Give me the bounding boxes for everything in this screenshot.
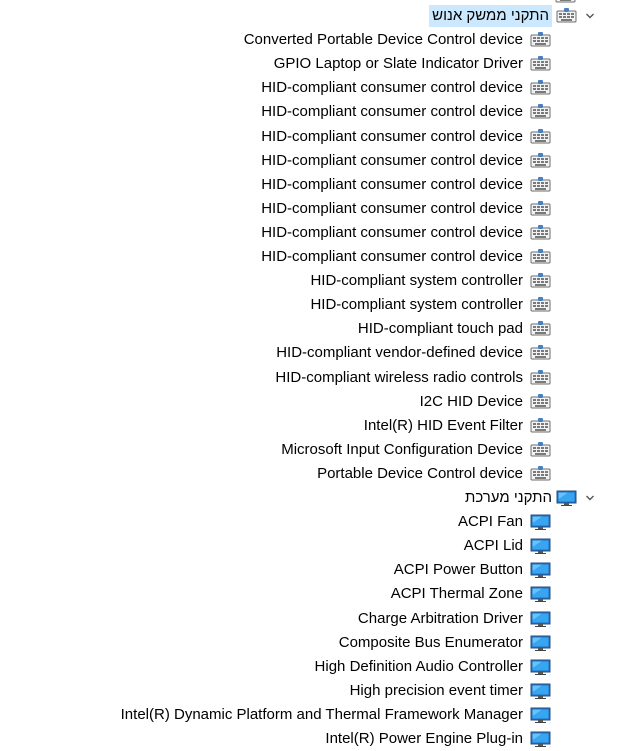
system-device-icon [530, 683, 551, 699]
category-label: התקני מערכת [464, 489, 552, 506]
device-label: ACPI Power Button [393, 561, 523, 579]
expand-chevron-icon[interactable] [585, 493, 595, 503]
device-item[interactable]: Intel(R) Dynamic Platform and Thermal Fr… [121, 704, 523, 726]
device-item[interactable]: HID-compliant consumer control device [261, 150, 523, 172]
hid-device-icon [530, 465, 551, 482]
device-item[interactable]: ACPI Fan [458, 511, 523, 533]
device-label: HID-compliant consumer control device [261, 199, 523, 217]
hid-device-icon [530, 176, 551, 193]
device-label: Intel(R) Power Engine Plug-in [325, 730, 523, 747]
device-label: Portable Device Control device [317, 464, 523, 482]
hid-device-icon [530, 152, 551, 169]
device-label: HID-compliant consumer control device [261, 127, 523, 145]
category-label: התקני ממשק אנוש [429, 5, 552, 27]
hid-device-icon [530, 224, 551, 241]
device-label: High Definition Audio Controller [314, 657, 523, 675]
device-label: Microsoft Input Configuration Device [281, 440, 523, 458]
device-label: Converted Portable Device Control device [243, 31, 523, 49]
device-label: Charge Arbitration Driver [357, 609, 523, 627]
system-device-icon [530, 611, 551, 627]
device-label: High precision event timer [349, 681, 523, 699]
device-item[interactable]: HID-compliant system controller [310, 294, 523, 316]
hid-device-icon [530, 417, 551, 434]
device-label: HID-compliant consumer control device [261, 79, 523, 97]
device-item[interactable]: Composite Bus Enumerator [339, 632, 523, 654]
hid-device-icon [530, 249, 551, 265]
hid-device-icon [530, 441, 551, 458]
device-item[interactable]: HID-compliant consumer control device [261, 222, 523, 244]
device-label: ACPI Thermal Zone [390, 585, 523, 603]
expand-chevron-icon[interactable] [585, 11, 595, 21]
tree-category[interactable]: התקני מערכת [465, 487, 552, 509]
device-label: HID-compliant consumer control device [261, 103, 523, 121]
device-item[interactable]: High precision event timer [350, 680, 523, 702]
device-item[interactable]: GPIO Laptop or Slate Indicator Driver [274, 53, 523, 75]
device-label: HID-compliant vendor-defined device [276, 344, 523, 362]
device-tree: התקני ממשק אנוש Converted Portable Device… [0, 0, 633, 750]
device-label: Intel(R) HID Event Filter [363, 416, 523, 434]
system-device-icon [530, 707, 551, 723]
hid-device-icon [530, 128, 551, 145]
device-item[interactable]: Portable Device Control device [317, 463, 523, 485]
device-label: ACPI Lid [463, 537, 523, 555]
device-label: Composite Bus Enumerator [338, 633, 523, 651]
system-device-icon [530, 562, 551, 579]
device-label: HID-compliant system controller [310, 272, 523, 290]
hid-device-icon [530, 56, 551, 72]
hid-device-icon [530, 321, 551, 337]
device-item[interactable]: Intel(R) HID Event Filter [364, 415, 523, 437]
device-item[interactable]: Intel(R) Power Engine Plug-in [325, 728, 523, 750]
tree-category[interactable]: התקני ממשק אנוש [429, 5, 552, 27]
system-device-icon [556, 490, 577, 506]
system-device-icon [530, 731, 551, 747]
device-item[interactable]: HID-compliant system controller [310, 270, 523, 292]
device-item[interactable]: Charge Arbitration Driver [358, 608, 523, 630]
device-label: HID-compliant system controller [310, 296, 523, 314]
device-label: I2C HID Device [419, 392, 523, 410]
hid-device-icon [530, 297, 551, 313]
device-item[interactable]: HID-compliant consumer control device [261, 198, 523, 220]
system-device-icon [530, 514, 551, 531]
system-device-icon [530, 586, 551, 603]
device-item[interactable]: ACPI Lid [464, 535, 523, 557]
system-device-icon [530, 659, 551, 675]
device-label: Intel(R) Dynamic Platform and Thermal Fr… [120, 705, 523, 723]
device-label: HID-compliant touch pad [357, 320, 523, 338]
hid-device-icon [530, 32, 551, 48]
hid-device-icon [530, 200, 551, 217]
device-item[interactable]: HID-compliant consumer control device [261, 77, 523, 99]
system-device-icon [530, 635, 551, 651]
device-item[interactable]: HID-compliant consumer control device [261, 126, 523, 148]
device-label: ACPI Fan [457, 513, 523, 531]
device-item[interactable]: HID-compliant vendor-defined device [276, 342, 523, 364]
hid-device-icon [530, 393, 551, 410]
device-item[interactable]: Microsoft Input Configuration Device [281, 439, 523, 461]
device-label: HID-compliant consumer control device [261, 151, 523, 169]
device-label: HID-compliant consumer control device [261, 175, 523, 193]
hid-device-icon [530, 80, 551, 96]
device-label: HID-compliant consumer control device [261, 248, 523, 265]
device-label: HID-compliant consumer control device [261, 223, 523, 241]
hid-device-icon [530, 345, 551, 361]
device-item[interactable]: HID-compliant wireless radio controls [275, 367, 523, 389]
device-item[interactable]: HID-compliant touch pad [358, 318, 523, 340]
hid-device-icon [530, 273, 551, 289]
hid-device-icon [556, 8, 577, 24]
device-item[interactable]: I2C HID Device [420, 391, 523, 413]
system-device-icon [530, 538, 551, 555]
device-label: GPIO Laptop or Slate Indicator Driver [273, 55, 523, 73]
device-item[interactable]: HID-compliant consumer control device [261, 101, 523, 123]
hid-device-icon [530, 104, 551, 120]
device-label: HID-compliant wireless radio controls [275, 368, 523, 386]
device-item[interactable]: HID-compliant consumer control device [261, 174, 523, 196]
device-item[interactable]: ACPI Power Button [394, 559, 523, 581]
device-item[interactable]: High Definition Audio Controller [315, 656, 523, 678]
device-item[interactable]: ACPI Thermal Zone [391, 583, 523, 605]
hid-device-icon [530, 369, 551, 386]
scrolled-category-icon [555, 0, 579, 3]
device-item[interactable]: Converted Portable Device Control device [244, 29, 523, 51]
device-item[interactable]: HID-compliant consumer control device [261, 246, 523, 268]
